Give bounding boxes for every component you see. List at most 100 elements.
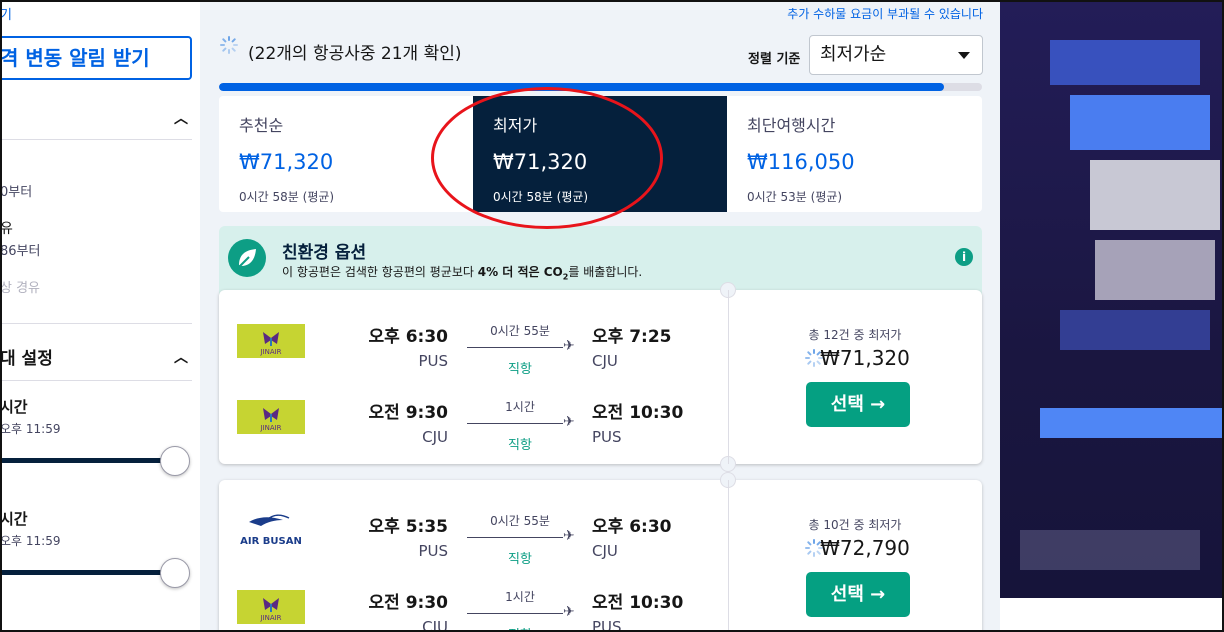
result-price: ₩71,320 (820, 346, 910, 370)
time-section-title: 대 설정 (0, 349, 53, 369)
arrival-time: 오후 6:30 (592, 517, 672, 537)
route-line (467, 613, 563, 614)
stops-label: 직항 (508, 552, 532, 567)
tab-price: ₩116,050 (747, 150, 855, 174)
route-line (467, 423, 563, 424)
tab-duration: 0시간 53분 (평균) (747, 190, 843, 204)
flight-duration: 0시간 55분 (490, 514, 550, 528)
plane-icon: ✈ (563, 338, 575, 354)
arrival-airport: CJU (592, 542, 618, 560)
outbound-time-slider-handle[interactable] (160, 446, 190, 476)
stops-two-plus-label[interactable]: 상 경유 (0, 277, 40, 296)
departure-time: 오전 9:30 (368, 593, 448, 613)
departure-airport: PUS (418, 352, 448, 370)
info-icon[interactable]: i (955, 248, 973, 266)
inbound-time-slider-handle[interactable] (160, 558, 190, 588)
svg-text:JINAIR: JINAIR (259, 348, 281, 356)
jinair-logo: JINAIR (237, 324, 305, 358)
sort-label: 정렬 기준 (748, 52, 801, 67)
flight-leg-return: JINAIR 오전 9:30 CJU 1시간 ✈ 직항 오전 10:30 PUS (219, 376, 728, 453)
results-panel: 추가 수하물 요금이 부과될 수 있습니다 (22개의 항공사중 21개 확인)… (200, 0, 1000, 632)
flight-leg-return: JINAIR 오전 9:30 CJU 1시간 ✈ 직항 오전 10:30 PUS (219, 566, 728, 632)
departure-time: 오후 5:35 (368, 517, 448, 537)
sidebar-divider (0, 323, 192, 324)
arrival-time: 오전 10:30 (592, 593, 684, 613)
arrival-time: 오후 7:25 (592, 327, 672, 347)
leaf-icon (228, 239, 266, 277)
ad-pixel-block (1020, 530, 1200, 570)
departure-time: 오전 9:30 (368, 403, 448, 423)
airline-count-status: (22개의 항공사중 21개 확인) (248, 44, 462, 64)
sidebar-top-link[interactable]: 기 (0, 4, 12, 23)
caret-down-icon (958, 52, 970, 59)
route-line (467, 537, 563, 538)
arrival-time: 오전 10:30 (592, 403, 684, 423)
departure-time: 오후 6:30 (368, 327, 448, 347)
chevron-up-icon[interactable]: ︿ (174, 347, 188, 367)
ad-pixel-block (1070, 95, 1210, 150)
stops-label: 직항 (508, 362, 532, 377)
select-button[interactable]: 선택 → (806, 382, 910, 427)
sidebar-divider (0, 380, 192, 381)
inbound-time-slider-track[interactable] (0, 570, 175, 575)
chevron-up-icon[interactable]: ︿ (174, 108, 188, 128)
sort-selected-value: 최저가순 (820, 44, 887, 65)
flight-leg-outbound: AIR BUSAN 오후 5:35 PUS 0시간 55분 ✈ 직항 오후 6:… (219, 490, 728, 567)
flight-duration: 1시간 (505, 590, 535, 604)
baggage-fees-link[interactable]: 추가 수하물 요금이 부과될 수 있습니다 (787, 5, 983, 22)
stops-one-price: 86부터 (0, 244, 41, 259)
stops-direct-price[interactable]: 0부터 (0, 181, 32, 200)
ad-pixel-block (1050, 40, 1200, 85)
svg-text:AIR BUSAN: AIR BUSAN (240, 536, 302, 547)
ad-pixel-block (1060, 310, 1210, 350)
annotation-red-circle (431, 87, 663, 229)
jinair-logo: JINAIR (237, 400, 305, 434)
inbound-time-label: 시간 (0, 510, 28, 528)
arrival-airport: PUS (592, 618, 622, 632)
search-progress-bar (219, 83, 982, 91)
plane-icon: ✈ (563, 528, 575, 544)
sort-select[interactable]: 최저가순 (809, 35, 983, 75)
result-price: ₩72,790 (820, 536, 910, 560)
ad-pixel-block (1090, 160, 1220, 230)
flight-duration: 1시간 (505, 400, 535, 414)
departure-airport: PUS (418, 542, 448, 560)
outbound-time-label: 시간 (0, 398, 28, 416)
select-button[interactable]: 선택 → (806, 572, 910, 617)
arrival-airport: CJU (592, 352, 618, 370)
eco-description: 이 항공편은 검색한 항공편의 평균보다 4% 더 적은 CO2를 배출합니다. (282, 265, 643, 282)
ad-pixel-block (1040, 408, 1224, 438)
airbusan-logo: AIR BUSAN (237, 510, 305, 550)
outbound-time-slider-track[interactable] (0, 458, 175, 463)
result-card[interactable]: AIR BUSAN 오후 5:35 PUS 0시간 55분 ✈ 직항 오후 6:… (219, 472, 982, 632)
arrival-airport: PUS (592, 428, 622, 446)
filter-sidebar: 기 격 변동 알림 받기 ︿ 0부터 유 86부터 상 경유 대 설정 ︿ 시간… (0, 0, 200, 632)
stops-label: 직항 (467, 624, 573, 632)
outbound-time-range: 오후 11:59 (0, 422, 61, 436)
stops-label: 직항 (508, 438, 532, 453)
sidebar-divider (0, 139, 192, 140)
card-separator (728, 290, 729, 464)
loading-spinner-icon (220, 36, 238, 54)
result-card[interactable]: JINAIR 오후 6:30 PUS 0시간 55분 ✈ 직항 오후 7:25 … (219, 282, 982, 472)
ad-pixel-block (1095, 240, 1215, 300)
flight-duration: 0시간 55분 (490, 324, 550, 338)
advertisement-banner[interactable] (1000, 0, 1224, 598)
stops-one-label[interactable]: 유 (0, 218, 13, 238)
svg-text:JINAIR: JINAIR (259, 614, 281, 622)
price-deals-count: 총 10건 중 최저가 (808, 518, 902, 532)
tab-label: 최단여행시간 (747, 116, 836, 135)
eco-title: 친환경 옵션 (282, 243, 367, 263)
price-deals-count: 총 12건 중 최저가 (808, 328, 902, 342)
route-line (467, 347, 563, 348)
tab-price: ₩71,320 (239, 150, 334, 174)
departure-airport: CJU (422, 428, 448, 446)
plane-icon: ✈ (563, 604, 575, 620)
departure-airport: CJU (422, 618, 448, 632)
tab-fastest[interactable]: 최단여행시간 ₩116,050 0시간 53분 (평균) (727, 96, 982, 212)
svg-text:JINAIR: JINAIR (259, 424, 281, 432)
price-alert-button[interactable]: 격 변동 알림 받기 (0, 36, 192, 80)
tab-label: 추천순 (239, 116, 284, 135)
tab-duration: 0시간 58분 (평균) (239, 190, 335, 204)
inbound-time-range: 오후 11:59 (0, 534, 61, 548)
